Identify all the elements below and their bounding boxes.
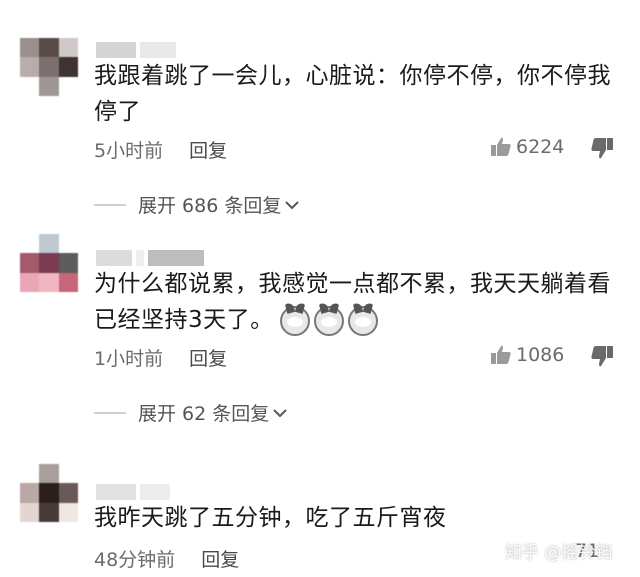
expand-label: 展开 62 条回复: [138, 403, 270, 425]
husky-emoji-icon: [313, 305, 344, 336]
comment-time: 5小时前: [94, 140, 164, 162]
emoji-group: [279, 305, 378, 336]
husky-emoji-icon: [347, 305, 378, 336]
expand-replies-button[interactable]: 展开 686 条回复: [94, 191, 300, 218]
thumbs-up-icon: [491, 345, 511, 364]
watermark: 知乎 @摇铃铛: [505, 543, 613, 563]
like-button[interactable]: 1086: [490, 344, 564, 366]
dislike-button[interactable]: [590, 137, 614, 163]
comment-time: 1小时前: [94, 348, 164, 370]
comment-text: 我跟着跳了一会儿，心脏说：你停不停，你不停我 停了: [94, 63, 611, 125]
avatar[interactable]: [20, 38, 78, 96]
username-blurred[interactable]: [96, 484, 170, 500]
divider-line: [94, 203, 126, 206]
like-count: 6224: [516, 136, 565, 158]
avatar[interactable]: [20, 234, 78, 292]
avatar[interactable]: [20, 464, 78, 522]
reply-button[interactable]: 回复: [201, 545, 239, 572]
thumbs-down-icon: [591, 138, 613, 159]
username-blurred[interactable]: [96, 250, 204, 266]
username-blurred[interactable]: [96, 42, 176, 58]
comment-text: 为什么都说累，我感觉一点都不累，我天天躺着看 已经坚持3天了。: [94, 266, 614, 338]
thumbs-up-icon: [491, 137, 511, 156]
divider-line: [94, 411, 126, 414]
reply-button[interactable]: 回复: [189, 136, 227, 163]
thumbs-down-icon: [591, 346, 613, 367]
dislike-button[interactable]: [590, 345, 614, 371]
like-button[interactable]: 6224: [490, 136, 564, 158]
expand-replies-button[interactable]: 展开 62 条回复: [94, 399, 288, 426]
like-count: 1086: [516, 344, 565, 366]
comment-time: 48分钟前: [94, 549, 176, 571]
comment-text: 我昨天跳了五分钟，吃了五斤宵夜: [94, 505, 447, 531]
reply-button[interactable]: 回复: [189, 344, 227, 371]
husky-emoji-icon: [279, 305, 310, 336]
expand-label: 展开 686 条回复: [138, 195, 282, 217]
chevron-down-icon: [273, 408, 287, 417]
chevron-down-icon: [285, 200, 300, 209]
